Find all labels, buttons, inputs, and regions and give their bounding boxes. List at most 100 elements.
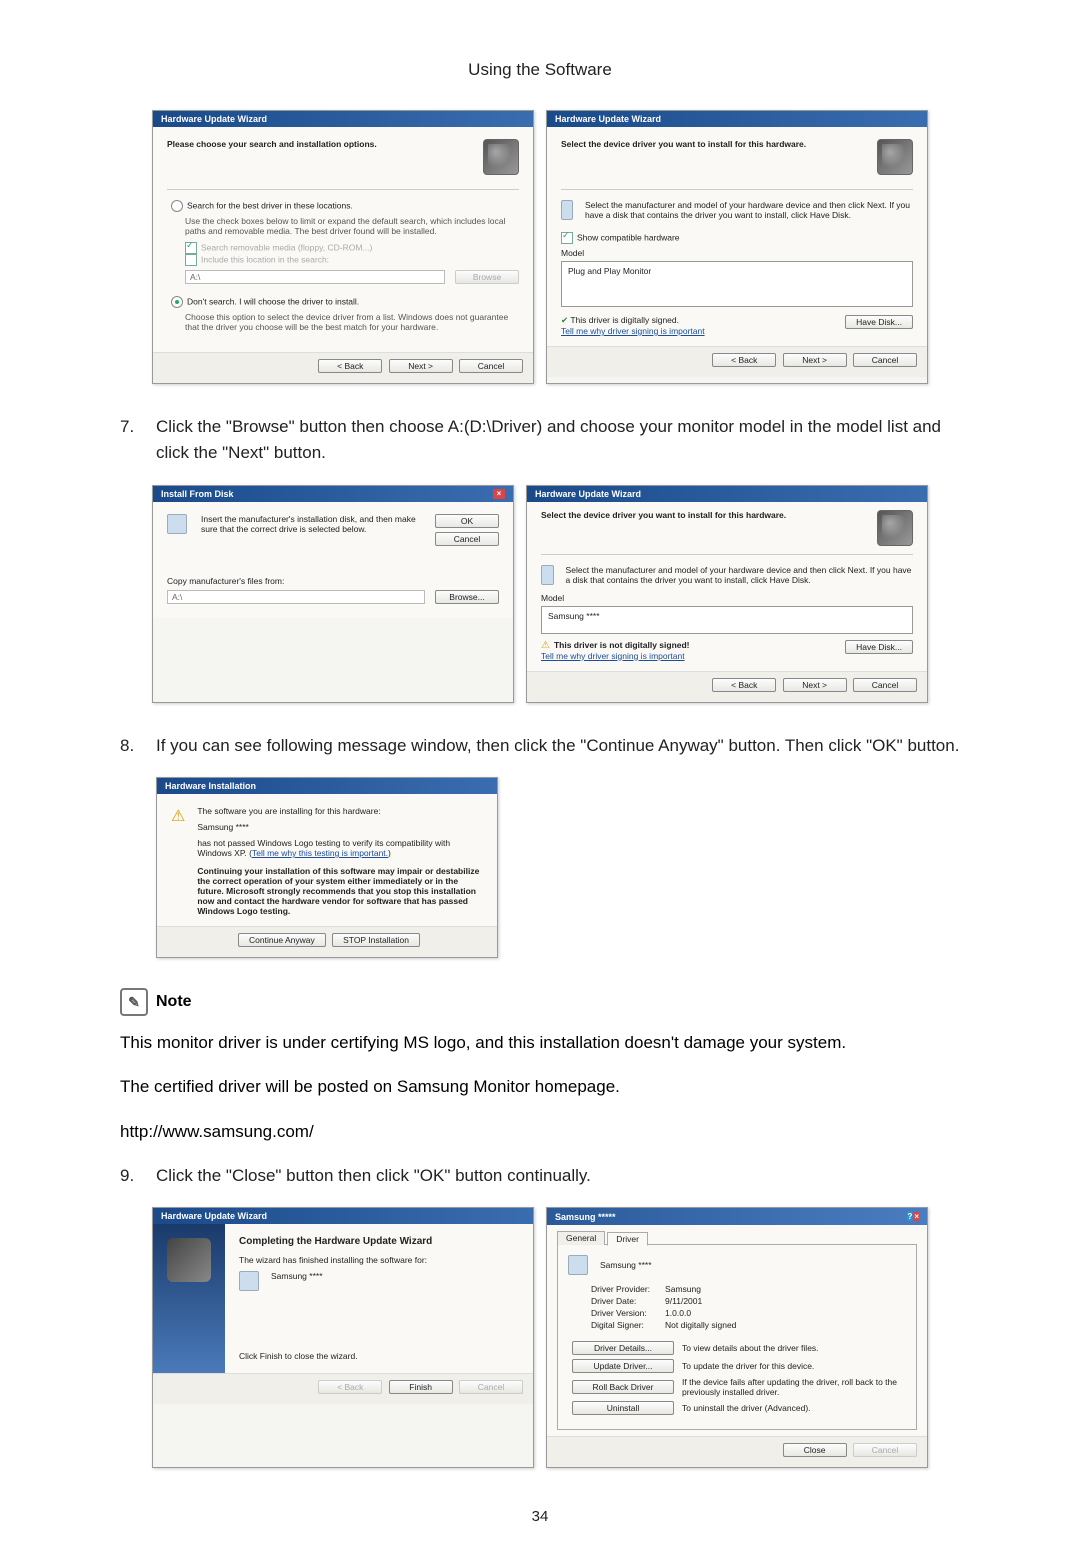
line2: Samsung **** [197, 822, 483, 832]
dialog-select-driver-samsung: Hardware Update Wizard Select the device… [526, 485, 928, 703]
dialog-driver-properties: Samsung ***** ?× General Driver Samsung … [546, 1207, 928, 1468]
tell-link[interactable]: Tell me why driver signing is important [561, 326, 705, 336]
title-text: Samsung ***** [555, 1212, 616, 1222]
browse-button[interactable]: Browse... [435, 590, 499, 604]
row-value: Not digitally signed [664, 1319, 737, 1331]
dialog-select-driver: Hardware Update Wizard Select the device… [546, 110, 928, 384]
figure-row-1: Hardware Update Wizard Please choose you… [120, 110, 960, 384]
dialog-heading: Select the device driver you want to ins… [561, 139, 867, 149]
model-list[interactable]: Samsung **** [541, 606, 913, 634]
cancel-button[interactable]: Cancel [853, 353, 917, 367]
list-item[interactable]: Samsung **** [548, 611, 600, 621]
close-button[interactable]: Close [783, 1443, 847, 1457]
chk-label: Search removable media (floppy, CD-ROM..… [201, 242, 372, 252]
uninstall-button[interactable]: Uninstall [572, 1401, 674, 1415]
dialog-search-options: Hardware Update Wizard Please choose you… [152, 110, 534, 384]
line1: The software you are installing for this… [197, 806, 483, 816]
title-text: Hardware Update Wizard [161, 1211, 267, 1221]
opt-label: Search for the best driver in these loca… [187, 200, 353, 210]
tell-link[interactable]: Tell me why driver signing is important [541, 651, 690, 661]
note-heading: ✎ Note [120, 988, 960, 1016]
radio-search-best[interactable] [171, 200, 183, 212]
wizard-icon [483, 139, 519, 175]
dialog-completing-wizard: Hardware Update Wizard Completing the Ha… [152, 1207, 534, 1468]
back-button[interactable]: < Back [712, 678, 776, 692]
signed-text: This driver is digitally signed. [570, 315, 679, 325]
model-label: Model [541, 593, 913, 603]
note-p2: The certified driver will be posted on S… [120, 1074, 960, 1100]
continue-anyway-button[interactable]: Continue Anyway [238, 933, 326, 947]
chip-icon [541, 565, 554, 585]
update-driver-button[interactable]: Update Driver... [572, 1359, 674, 1373]
note-url[interactable]: http://www.samsung.com/ [120, 1119, 960, 1145]
driver-details-button[interactable]: Driver Details... [572, 1341, 674, 1355]
dialog-heading: Completing the Hardware Update Wizard [239, 1236, 519, 1247]
dialog-heading: Select the device driver you want to ins… [541, 510, 867, 520]
roll-back-button[interactable]: Roll Back Driver [572, 1380, 674, 1394]
have-disk-button[interactable]: Have Disk... [845, 640, 913, 654]
next-button[interactable]: Next > [783, 353, 847, 367]
close-icon[interactable]: × [493, 489, 505, 499]
chk-label: Include this location in the search: [201, 254, 329, 264]
ok-button[interactable]: OK [435, 514, 499, 528]
title-text: Hardware Update Wizard [161, 114, 267, 124]
cancel-button[interactable]: Cancel [459, 359, 523, 373]
path-combo[interactable]: A:\ [167, 590, 425, 604]
page: Using the Software Hardware Update Wizar… [0, 0, 1080, 1565]
next-button[interactable]: Next > [783, 678, 847, 692]
dialog-title: Hardware Update Wizard [547, 111, 927, 127]
back-button[interactable]: < Back [712, 353, 776, 367]
help-icon[interactable]: ? [907, 1212, 912, 1221]
row-value: Samsung [664, 1283, 737, 1295]
warning-icon: ⚠ [541, 640, 550, 651]
cancel-button[interactable]: Cancel [853, 678, 917, 692]
dialog-hardware-installation: Hardware Installation ⚠ The software you… [156, 777, 498, 958]
next-button[interactable]: Next > [389, 359, 453, 373]
dialog-desc: Select the manufacturer and model of you… [585, 200, 913, 220]
page-title: Using the Software [120, 60, 960, 80]
close-icon[interactable]: × [914, 1212, 919, 1221]
browse-button[interactable]: Browse [455, 270, 519, 284]
testing-link[interactable]: Tell me why this testing is important. [252, 848, 388, 858]
device-icon [568, 1255, 588, 1275]
check-show-compatible[interactable] [561, 232, 573, 244]
wizard-icon [877, 139, 913, 175]
row-label: Driver Date: [590, 1295, 664, 1307]
title-text: Hardware Installation [165, 781, 256, 791]
stop-installation-button[interactable]: STOP Installation [332, 933, 420, 947]
step-9: 9. Click the "Close" button then click "… [120, 1163, 960, 1189]
close-hint: Click Finish to close the wizard. [239, 1351, 519, 1361]
step-number: 8. [120, 733, 156, 759]
step-number: 7. [120, 414, 156, 440]
dialog-title: Hardware Update Wizard [153, 1208, 533, 1224]
finish-button[interactable]: Finish [389, 1380, 453, 1394]
radio-dont-search[interactable] [171, 296, 183, 308]
check-removable[interactable] [185, 242, 197, 254]
dialog-title: Install From Disk × [153, 486, 513, 502]
btn-desc: To view details about the driver files. [682, 1343, 819, 1353]
cancel-button[interactable]: Cancel [435, 532, 499, 546]
btn-desc: If the device fails after updating the d… [682, 1377, 906, 1397]
step-text: Click the "Close" button then click "OK"… [156, 1163, 960, 1189]
step-text: Click the "Browse" button then choose A:… [156, 414, 960, 467]
btn-desc: To uninstall the driver (Advanced). [682, 1403, 811, 1413]
model-list[interactable]: Plug and Play Monitor [561, 261, 913, 307]
have-disk-button[interactable]: Have Disk... [845, 315, 913, 329]
dialog-title: Hardware Update Wizard [527, 486, 927, 502]
device-name: Samsung **** [271, 1271, 323, 1291]
row-value: 9/11/2001 [664, 1295, 737, 1307]
step-7: 7. Click the "Browse" button then choose… [120, 414, 960, 467]
tab-driver[interactable]: Driver [607, 1232, 648, 1246]
driver-info-table: Driver Provider:Samsung Driver Date:9/11… [590, 1283, 737, 1331]
chk-label: Show compatible hardware [577, 232, 680, 242]
tab-general[interactable]: General [557, 1231, 605, 1245]
list-item[interactable]: Plug and Play Monitor [568, 266, 651, 276]
figure-row-3: Hardware Installation ⚠ The software you… [156, 777, 960, 958]
path-input[interactable]: A:\ [185, 270, 445, 284]
check-include-location[interactable] [185, 254, 197, 266]
cancel-button: Cancel [459, 1380, 523, 1394]
wizard-badge-icon [167, 1238, 211, 1282]
title-text: Hardware Update Wizard [555, 114, 661, 124]
page-number: 34 [120, 1508, 960, 1525]
back-button[interactable]: < Back [318, 359, 382, 373]
